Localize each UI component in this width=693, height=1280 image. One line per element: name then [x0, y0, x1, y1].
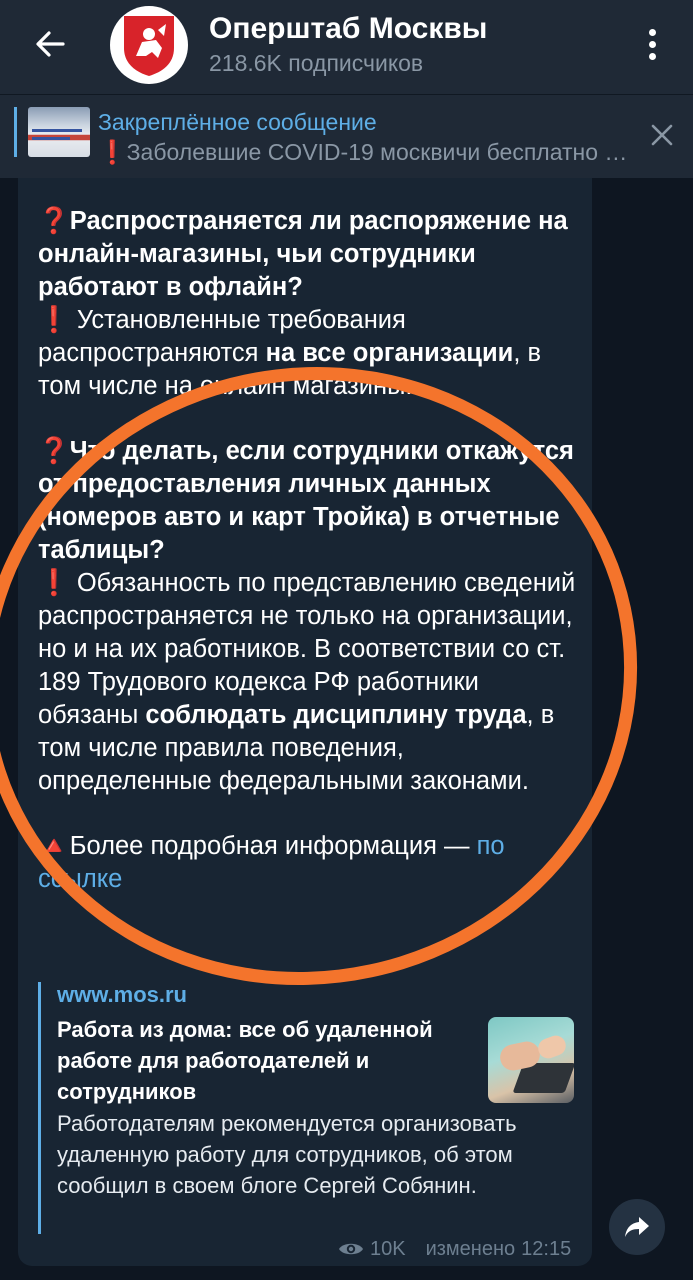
pinned-thumbnail	[28, 107, 90, 157]
preview-site-name: www.mos.ru	[57, 982, 187, 1007]
question-1: ❓Распространяется ли распоряжение на онл…	[38, 207, 568, 301]
moscow-emblem-icon	[124, 16, 174, 76]
preview-description: Работодателям рекомендуется организовать…	[57, 1111, 517, 1198]
answer-2: ❗ Обязанность по представлению сведений …	[38, 569, 576, 795]
link-preview[interactable]: www.mos.ru Работа из дома: все об удален…	[38, 980, 583, 1236]
message-text: ❓Распространяется ли распоряжение на онл…	[38, 205, 583, 896]
pinned-label: Закреплённое сообщение	[98, 109, 377, 135]
red-triangle-icon: 🔺	[38, 832, 70, 860]
eye-icon	[339, 1243, 363, 1255]
question-2: ❓Что делать, если сотрудники откажутся о…	[38, 437, 574, 564]
share-button[interactable]	[609, 1199, 665, 1255]
channel-avatar[interactable]	[110, 6, 188, 84]
message-meta: 10K изменено 12:15	[338, 1236, 571, 1262]
chat-header: Оперштаб Москвы 218.6K подписчиков	[0, 0, 693, 94]
close-icon	[651, 124, 673, 146]
pinned-text: ❗Заболевшие COVID-19 москвичи бесплатно …	[98, 139, 628, 165]
preview-title: Работа из дома: все об удаленной работе …	[57, 1017, 433, 1104]
message-time: 12:15	[521, 1237, 572, 1260]
more-vertical-icon[interactable]	[632, 24, 672, 64]
pinned-indicator	[14, 107, 17, 157]
more-info: 🔺Более подробная информация — по ссылке	[38, 832, 505, 893]
answer-1: ❗ Установленные требования распространяю…	[38, 306, 542, 400]
channel-title[interactable]: Оперштаб Москвы	[209, 12, 487, 46]
subscriber-count: 218.6K подписчиков	[209, 50, 424, 76]
question-mark-icon: ❓	[38, 437, 70, 465]
back-button[interactable]	[24, 22, 76, 66]
question-mark-icon: ❓	[38, 207, 70, 235]
close-pinned-button[interactable]	[642, 115, 682, 155]
pinned-message-bar[interactable]: Закреплённое сообщение ❗Заболевшие COVID…	[0, 94, 693, 178]
preview-accent-bar	[38, 982, 41, 1234]
preview-thumbnail	[488, 1017, 574, 1103]
exclamation-mark-icon: ❗	[38, 306, 70, 334]
exclamation-mark-icon: ❗	[38, 569, 70, 597]
edited-label: изменено	[425, 1237, 516, 1260]
back-arrow-icon	[36, 31, 65, 57]
share-icon	[625, 1217, 649, 1237]
view-count: 10K	[370, 1237, 406, 1260]
